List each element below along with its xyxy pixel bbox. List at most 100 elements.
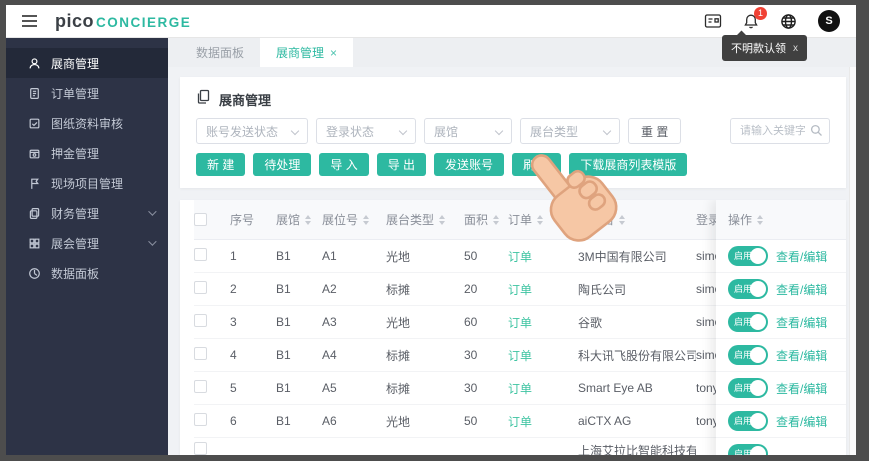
sort-icon[interactable] — [439, 214, 446, 225]
enable-toggle[interactable]: 启用 — [728, 411, 768, 431]
row-checkbox[interactable] — [194, 248, 207, 261]
cell-exhibitor-name: 谷歌 — [578, 315, 603, 330]
site-project-icon — [28, 177, 41, 190]
sort-icon[interactable] — [305, 214, 312, 225]
sidebar-item-site-project[interactable]: 现场项目管理 — [6, 168, 168, 198]
cell-area: 20 — [464, 282, 478, 296]
select-all-checkbox[interactable] — [194, 213, 207, 226]
row-checkbox[interactable] — [194, 442, 207, 455]
sort-icon[interactable] — [757, 214, 764, 225]
order-link[interactable]: 订单 — [508, 250, 532, 264]
action-button[interactable]: 待处理 — [253, 153, 312, 176]
tab-label: 数据面板 — [196, 46, 245, 60]
tab-close-icon[interactable]: × — [330, 46, 337, 60]
cell-exhibitor-name: 陶氏公司 — [578, 282, 627, 297]
chevron-down-icon — [148, 207, 157, 216]
filter-select-label: 展台类型 — [530, 124, 579, 139]
order-link[interactable]: 订单 — [508, 283, 532, 297]
reset-button[interactable]: 重 置 — [628, 118, 682, 144]
view-edit-link[interactable]: 查看/编辑 — [776, 347, 827, 364]
exhibition-icon — [28, 237, 41, 250]
cell-booth: A2 — [322, 282, 337, 296]
sidebar-item-label: 订单管理 — [51, 86, 100, 101]
user-avatar[interactable]: S — [818, 10, 840, 32]
language-globe-icon[interactable] — [780, 13, 797, 30]
enable-toggle[interactable]: 启用 — [728, 345, 768, 365]
column-header[interactable]: 订单 — [508, 211, 578, 228]
sort-icon[interactable] — [537, 214, 544, 225]
enable-toggle[interactable]: 启用 — [728, 378, 768, 398]
chevron-down-icon — [494, 126, 504, 136]
row-checkbox[interactable] — [194, 281, 207, 294]
column-header[interactable]: 展商名 — [578, 211, 696, 228]
scrollbar[interactable] — [849, 67, 856, 455]
column-header[interactable]: 展位号 — [322, 211, 386, 228]
cell-hall: B1 — [276, 348, 291, 362]
row-checkbox[interactable] — [194, 314, 207, 327]
cell-area — [464, 438, 508, 442]
sidebar-item-order[interactable]: 订单管理 — [6, 78, 168, 108]
notifications-bell-icon[interactable]: 1 — [743, 6, 767, 30]
filter-select[interactable]: 登录状态 — [316, 118, 416, 144]
action-button[interactable]: 发送账号 — [434, 153, 505, 176]
action-button[interactable]: 新 建 — [196, 153, 246, 176]
filter-select[interactable]: 展台类型 — [520, 118, 620, 144]
column-header[interactable]: 序号 — [230, 211, 276, 228]
filter-select[interactable]: 展馆 — [424, 118, 512, 144]
sort-icon[interactable] — [619, 214, 626, 225]
tab[interactable]: 数据面板 — [180, 38, 260, 67]
tab[interactable]: 展商管理 × — [260, 38, 354, 67]
cell-booth — [322, 438, 386, 442]
order-link[interactable]: 订单 — [508, 415, 532, 429]
action-button[interactable]: 导 入 — [319, 153, 369, 176]
cell-type: 标摊 — [386, 381, 411, 396]
enable-toggle[interactable]: 启用 — [728, 312, 768, 332]
column-header[interactable]: 展馆 — [276, 211, 322, 228]
deposit-icon — [28, 147, 41, 160]
sidebar: 展商管理 订单管理 图纸资料审核 押金管理 现场项目管理 财务管理 展会管理 数… — [6, 38, 168, 455]
sidebar-item-finance[interactable]: 财务管理 — [6, 198, 168, 228]
row-checkbox[interactable] — [194, 347, 207, 360]
claim-icon[interactable] — [704, 13, 722, 29]
filter-select[interactable]: 账号发送状态 — [196, 118, 308, 144]
cell-booth: A5 — [322, 381, 337, 395]
row-checkbox[interactable] — [194, 380, 207, 393]
sort-icon[interactable] — [363, 214, 370, 225]
view-edit-link[interactable]: 查看/编辑 — [776, 281, 827, 298]
menu-icon[interactable] — [22, 15, 37, 27]
view-edit-link[interactable]: 查看/编辑 — [776, 248, 827, 265]
view-edit-link[interactable]: 查看/编辑 — [776, 413, 827, 430]
cell-area: 30 — [464, 381, 478, 395]
sidebar-item-exhibition[interactable]: 展会管理 — [6, 228, 168, 258]
cell-hall: B1 — [276, 249, 291, 263]
order-link[interactable]: 订单 — [508, 349, 532, 363]
enable-toggle[interactable]: 启用 — [728, 444, 768, 455]
claim-tooltip[interactable]: 不明款认领 x — [722, 35, 807, 61]
operation-row: 启用 查看/编辑 — [716, 339, 846, 372]
column-header[interactable]: 展台类型 — [386, 211, 464, 228]
order-link[interactable]: 订单 — [508, 382, 532, 396]
tooltip-close-icon[interactable]: x — [793, 43, 798, 54]
cell-area: 60 — [464, 315, 478, 329]
operation-row: 启用 查看/编辑 — [716, 372, 846, 405]
cell-type: 标摊 — [386, 282, 411, 297]
enable-toggle[interactable]: 启用 — [728, 246, 768, 266]
logo-text-primary: pico — [55, 10, 95, 31]
filter-select-label: 账号发送状态 — [206, 124, 279, 139]
column-header[interactable]: 面积 — [464, 211, 508, 228]
sidebar-item-deposit[interactable]: 押金管理 — [6, 138, 168, 168]
enable-toggle[interactable]: 启用 — [728, 279, 768, 299]
operation-row: 启用 查看/编辑 — [716, 273, 846, 306]
sidebar-item-drawing-review[interactable]: 图纸资料审核 — [6, 108, 168, 138]
sidebar-item-exhibitor[interactable]: 展商管理 — [6, 48, 168, 78]
view-edit-link[interactable]: 查看/编辑 — [776, 380, 827, 397]
download-template-button[interactable]: 下载展商列表模版 — [569, 153, 688, 176]
sidebar-item-dashboard[interactable]: 数据面板 — [6, 258, 168, 288]
action-button[interactable]: 刷 新 — [512, 153, 562, 176]
sort-icon[interactable] — [493, 214, 500, 225]
notification-badge: 1 — [754, 6, 767, 20]
row-checkbox[interactable] — [194, 413, 207, 426]
view-edit-link[interactable]: 查看/编辑 — [776, 314, 827, 331]
order-link[interactable]: 订单 — [508, 316, 532, 330]
action-button[interactable]: 导 出 — [376, 153, 427, 176]
